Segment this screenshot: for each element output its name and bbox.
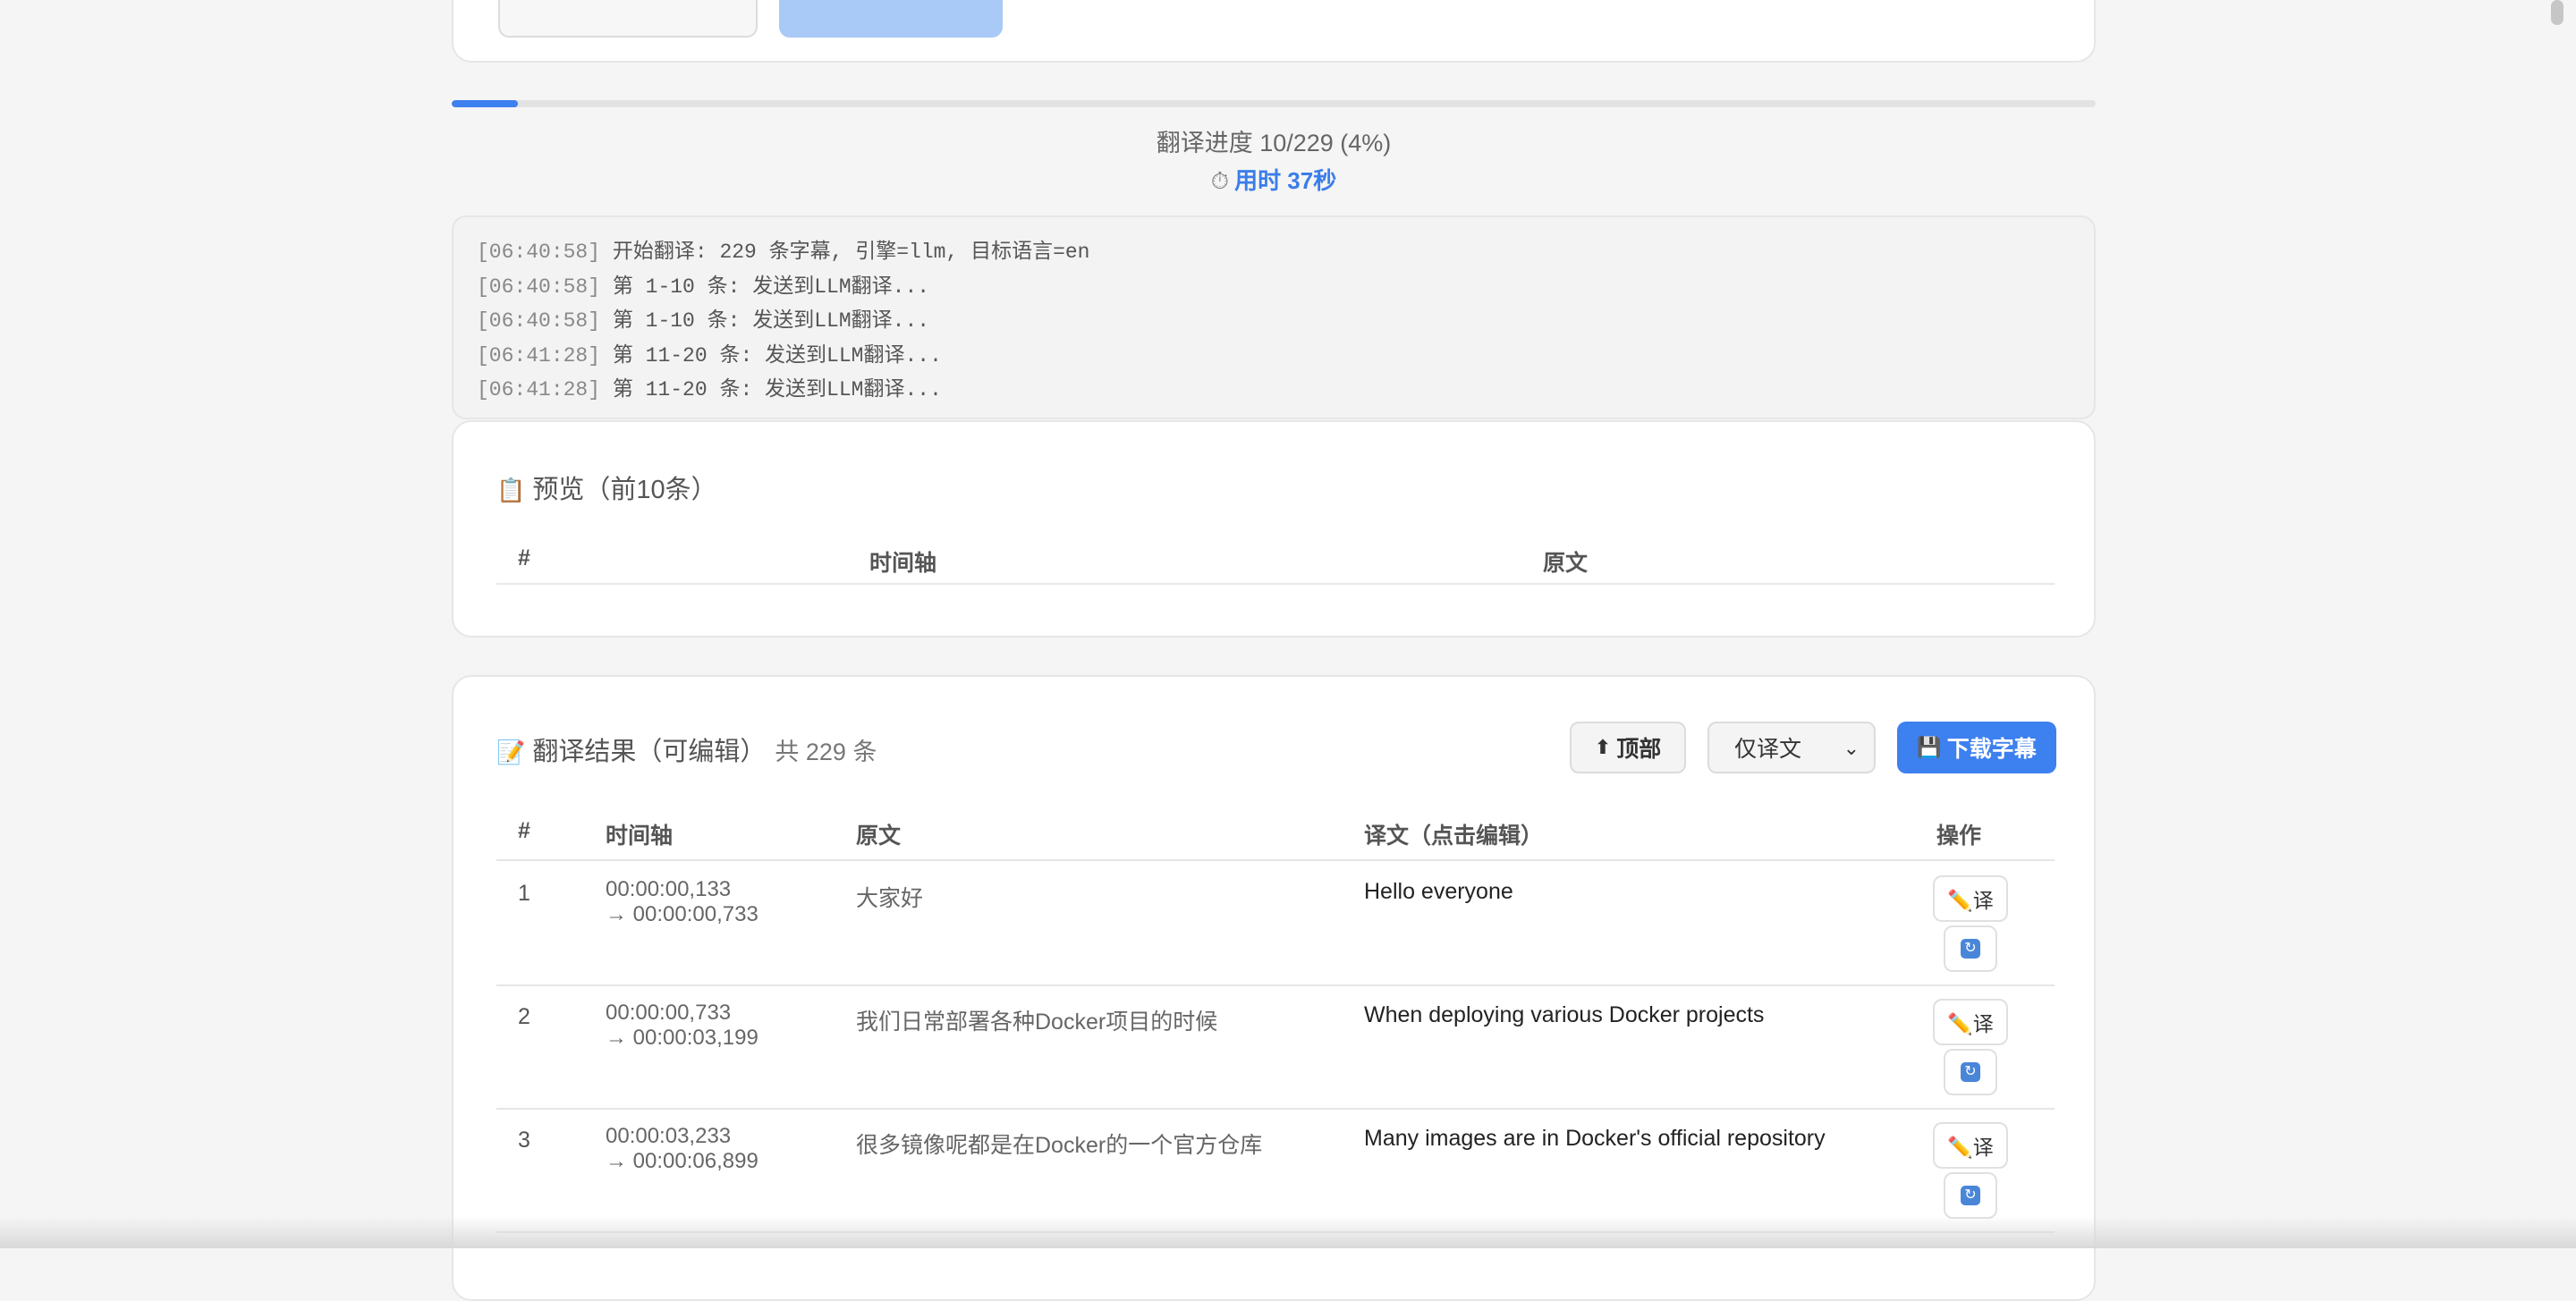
- refresh-button[interactable]: ↻: [1944, 925, 1997, 972]
- table-row: 3 00:00:03,233 → 00:00:06,899 很多镜像呢都是在Doc…: [496, 1108, 2055, 1233]
- up-arrow-icon: ⬆: [1594, 736, 1612, 758]
- log-message: 开始翻译: 229 条字幕, 引擎=llm, 目标语言=en: [600, 241, 1090, 264]
- row-translation-text[interactable]: When deploying various Docker projects: [1364, 1002, 1764, 1028]
- log-message: 第 1-10 条: 发送到LLM翻译...: [600, 309, 930, 333]
- log-message: 第 1-10 条: 发送到LLM翻译...: [600, 275, 930, 299]
- retranslate-edit-button[interactable]: ✏️译: [1933, 875, 2008, 922]
- refresh-icon: ↻: [1961, 939, 1980, 959]
- log-line: [06:40:58] 开始翻译: 229 条字幕, 引擎=llm, 目标语言=e…: [477, 235, 2071, 270]
- log-line: [06:41:28] 第 11-20 条: 发送到LLM翻译...: [477, 373, 2071, 408]
- row-start-time: 00:00:00,133: [606, 877, 732, 901]
- row-end-time: → 00:00:00,733: [606, 902, 758, 926]
- memo-icon: 📝: [496, 739, 526, 765]
- row-number: 1: [518, 881, 530, 906]
- elapsed-text: 用时 37秒: [1234, 167, 1337, 194]
- row-timeline: 00:00:03,233 → 00:00:06,899: [606, 1124, 758, 1174]
- stopwatch-icon: ⏱: [1210, 167, 1230, 194]
- upload-card: [452, 0, 2096, 63]
- log-line: [06:41:28] 第 11-20 条: 发送到LLM翻译...: [477, 339, 2071, 374]
- refresh-icon: ↻: [1961, 1186, 1980, 1205]
- log-line: [06:40:58] 第 1-10 条: 发送到LLM翻译...: [477, 304, 2071, 339]
- preview-title-text: 预览（前10条）: [532, 476, 717, 504]
- log-message: 第 11-20 条: 发送到LLM翻译...: [600, 343, 942, 367]
- log-message: 第 11-20 条: 发送到LLM翻译...: [600, 378, 942, 401]
- clipboard-icon: 📋: [496, 477, 526, 503]
- translation-log[interactable]: [06:40:58] 开始翻译: 229 条字幕, 引擎=llm, 目标语言=e…: [452, 215, 2096, 419]
- table-row: 1 00:00:00,133 → 00:00:00,733 大家好 Hello e…: [496, 861, 2055, 986]
- download-label: 下载字幕: [1946, 737, 2037, 762]
- row-start-time: 00:00:03,233: [606, 1124, 732, 1148]
- retranslate-edit-button[interactable]: ✏️译: [1933, 999, 2008, 1045]
- row-timeline: 00:00:00,133 → 00:00:00,733: [606, 877, 758, 927]
- start-translate-button[interactable]: [779, 0, 1003, 38]
- preview-title: 📋 预览（前10条）: [496, 469, 717, 506]
- retranslate-edit-button[interactable]: ✏️译: [1933, 1122, 2008, 1169]
- scroll-top-button[interactable]: ⬆ 顶部: [1570, 722, 1686, 773]
- refresh-button[interactable]: ↻: [1944, 1049, 1997, 1095]
- results-card: 📝 翻译结果（可编辑） 共 229 条 ⬆ 顶部 仅译文 ⌄ 💾 下载字幕 # 时间轴 …: [452, 675, 2096, 1301]
- display-mode-value: 仅译文: [1734, 737, 1802, 762]
- download-subtitles-button[interactable]: 💾 下载字幕: [1897, 722, 2056, 773]
- preview-card: 📋 预览（前10条） # 时间轴 原文: [452, 420, 2096, 638]
- log-timestamp: [06:40:58]: [477, 275, 601, 299]
- log-line: [06:40:58] 第 1-10 条: 发送到LLM翻译...: [477, 270, 2071, 305]
- display-mode-select[interactable]: 仅译文 ⌄: [1707, 722, 1876, 773]
- refresh-button[interactable]: ↻: [1944, 1172, 1997, 1219]
- row-translation-text[interactable]: Many images are in Docker's official rep…: [1364, 1126, 1826, 1152]
- col-original: 原文: [856, 824, 902, 849]
- results-count: 共 229 条: [775, 739, 877, 765]
- floppy-disk-icon: 💾: [1917, 736, 1942, 758]
- results-table-header: # 时间轴 原文 译文（点击编辑） 操作: [496, 809, 2055, 861]
- refresh-icon: ↻: [1961, 1062, 1980, 1082]
- row-end-time: → 00:00:06,899: [606, 1149, 758, 1173]
- bottom-shadow: [0, 1216, 2576, 1248]
- row-original-text: 我们日常部署各种Docker项目的时候: [856, 1010, 1218, 1035]
- row-start-time: 00:00:00,733: [606, 1001, 732, 1025]
- col-translation: 译文（点击编辑）: [1364, 824, 1544, 849]
- row-number: 2: [518, 1004, 530, 1029]
- preview-table-header: # 时间轴 原文: [496, 538, 2055, 585]
- row-translation-text[interactable]: Hello everyone: [1364, 879, 1513, 905]
- log-timestamp: [06:41:28]: [477, 343, 601, 367]
- preview-col-num: #: [518, 545, 530, 570]
- row-original-text: 很多镜像呢都是在Docker的一个官方仓库: [856, 1133, 1263, 1158]
- progress-bar-fill: [452, 100, 518, 107]
- chevron-down-icon: ⌄: [1843, 737, 1860, 759]
- preview-col-original: 原文: [1543, 551, 1589, 576]
- preview-col-timeline: 时间轴: [869, 551, 937, 576]
- page-scrollbar[interactable]: [2551, 0, 2563, 25]
- row-original-text: 大家好: [856, 886, 924, 911]
- row-timeline: 00:00:00,733 → 00:00:03,199: [606, 1001, 758, 1051]
- progress-text: 翻译进度 10/229 (4%): [1156, 130, 1392, 156]
- log-timestamp: [06:41:28]: [477, 378, 601, 401]
- results-title: 📝 翻译结果（可编辑） 共 229 条: [496, 731, 877, 768]
- col-timeline: 时间轴: [606, 824, 674, 849]
- row-end-time: → 00:00:03,199: [606, 1026, 758, 1050]
- elapsed-time: ⏱ 用时 37秒: [452, 163, 2096, 196]
- row-number: 3: [518, 1128, 530, 1153]
- results-title-text: 翻译结果（可编辑）: [532, 738, 767, 766]
- col-actions: 操作: [1936, 824, 1982, 849]
- progress-bar: [452, 100, 2096, 107]
- log-timestamp: [06:40:58]: [477, 241, 601, 264]
- file-selector[interactable]: [498, 0, 758, 38]
- col-num: #: [518, 818, 530, 843]
- table-row: 2 00:00:00,733 → 00:00:03,199 我们日常部署各种Doc…: [496, 984, 2055, 1110]
- scroll-top-label: 顶部: [1616, 737, 1662, 762]
- log-timestamp: [06:40:58]: [477, 309, 601, 333]
